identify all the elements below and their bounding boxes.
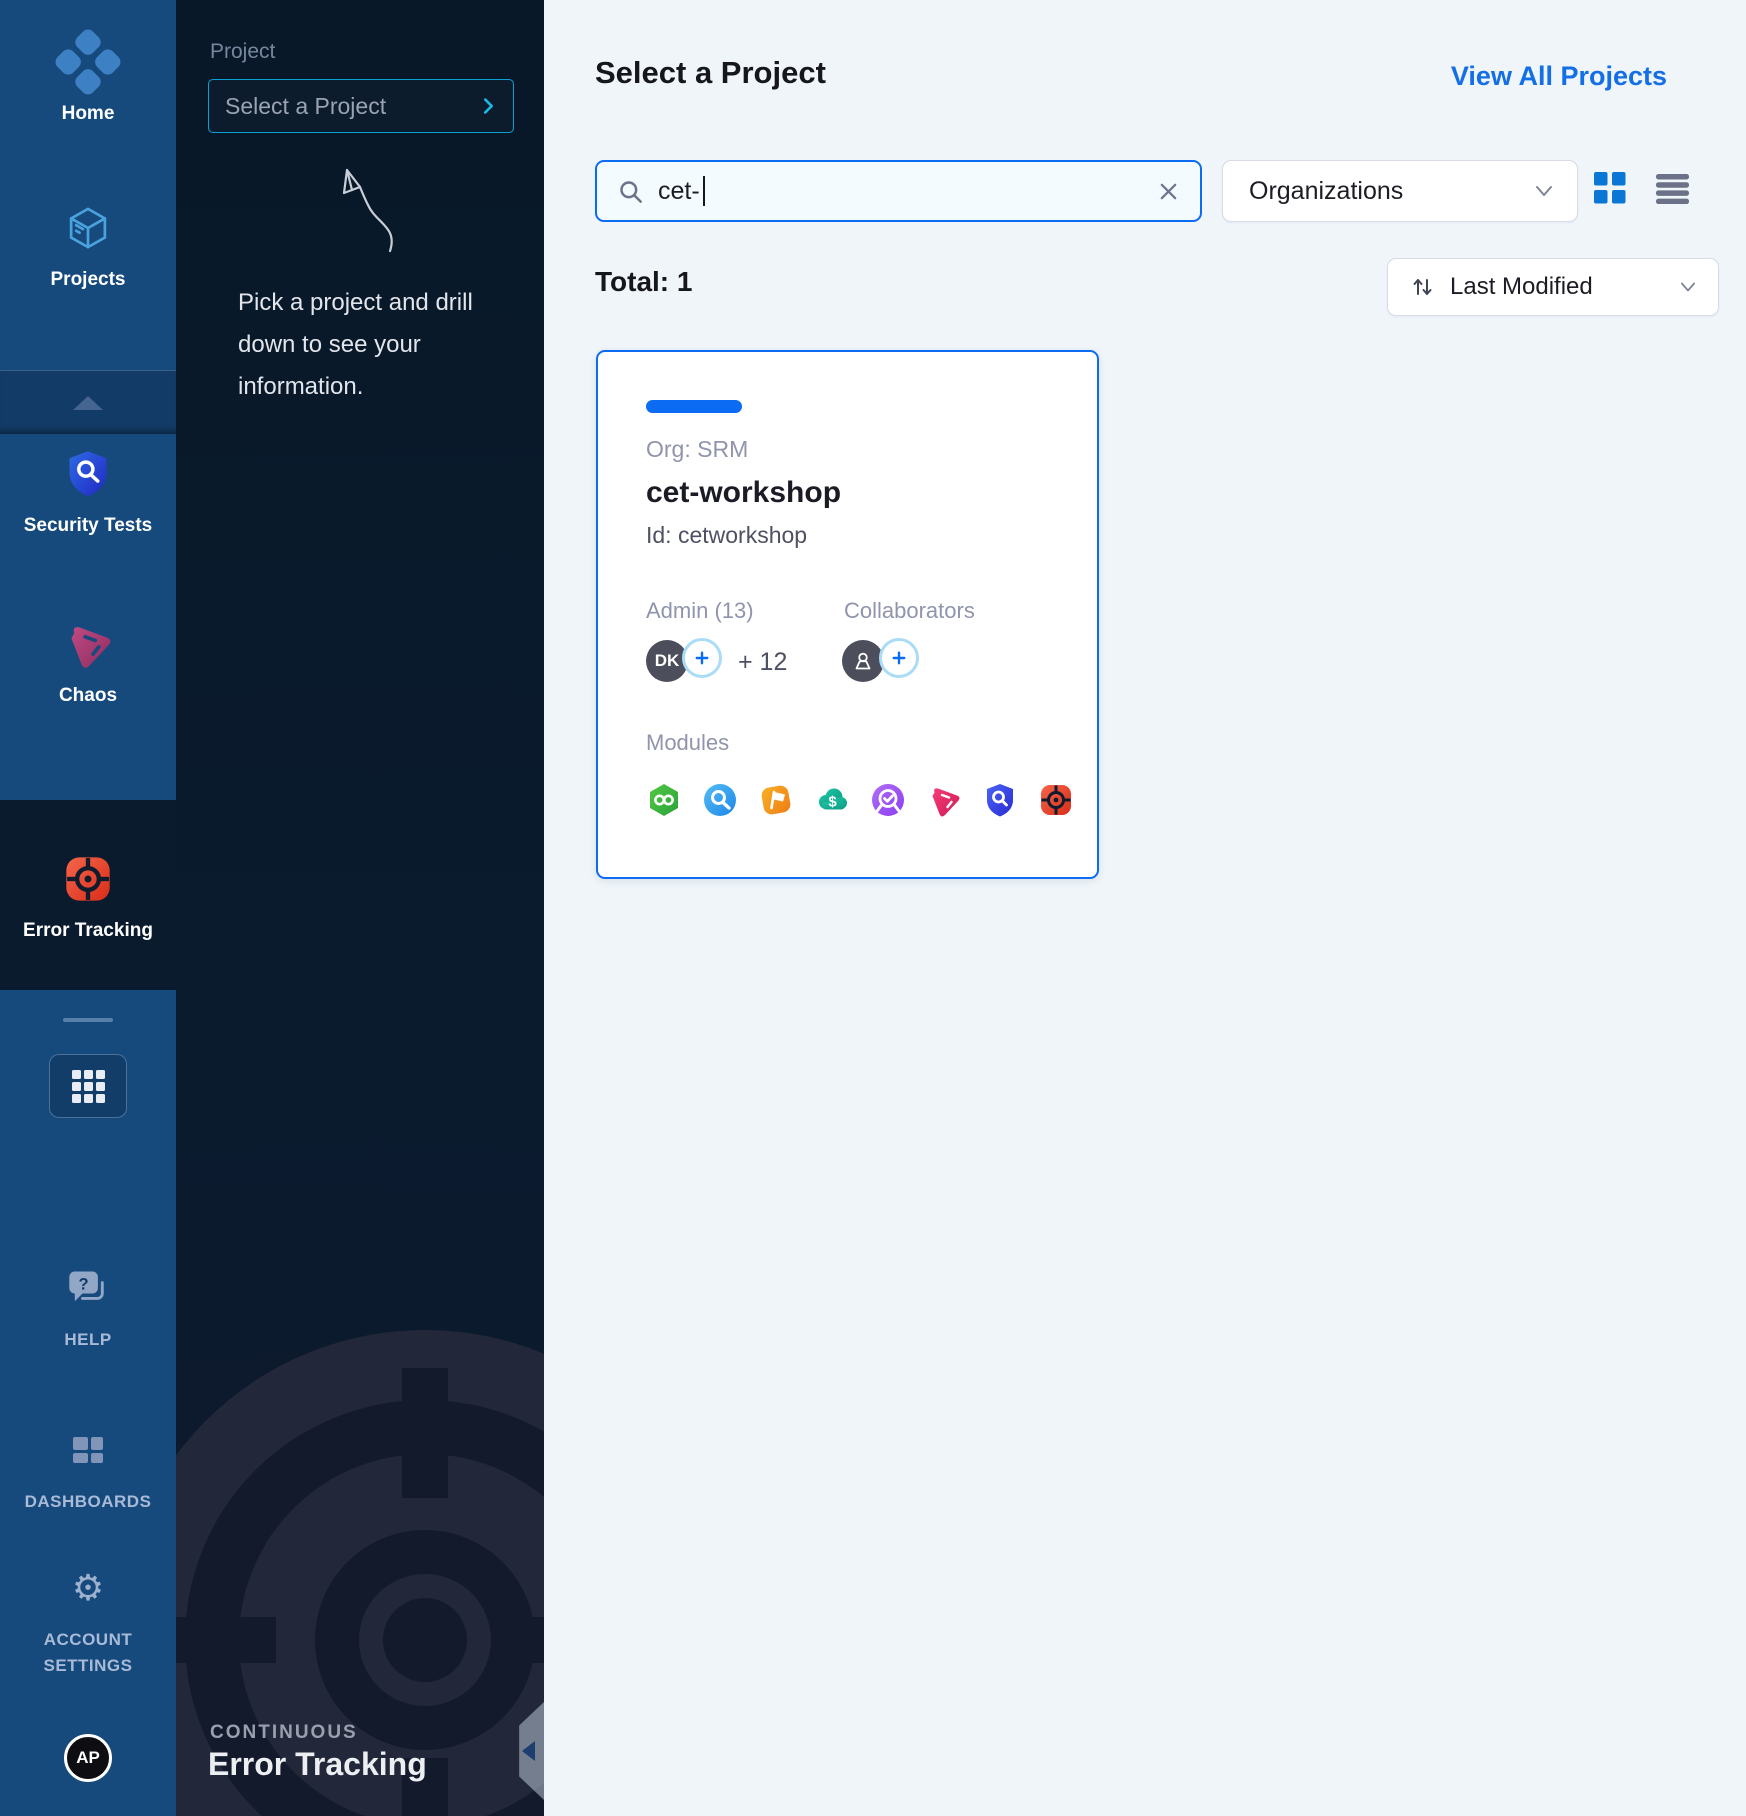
project-section-label: Project (210, 40, 275, 64)
sidebar-item-label: Projects (51, 268, 126, 292)
project-color-bar (646, 400, 742, 413)
sidebar-item-label: Error Tracking (23, 919, 153, 943)
primary-sidebar: Home Projects Security Tes (0, 0, 176, 1816)
chevron-right-icon (477, 95, 499, 117)
help-chat-icon: ? (66, 1256, 110, 1320)
grid-3x3-icon (72, 1070, 105, 1103)
module-icons-row: $ (646, 782, 1074, 818)
sidebar-item-error-tracking[interactable]: Error Tracking (0, 800, 176, 990)
sidebar-item-home[interactable]: Home (0, 30, 176, 126)
sort-value: Last Modified (1450, 273, 1593, 301)
ci-module-icon (646, 782, 682, 818)
project-id: Id: cetworkshop (646, 522, 807, 549)
chevron-left-icon (522, 1741, 535, 1761)
target-watermark-dot (383, 1598, 467, 1682)
project-selector-value: Select a Project (225, 93, 386, 120)
sidebar-item-help[interactable]: ? HELP (0, 1256, 176, 1352)
sidebar-item-dashboards[interactable]: DASHBOARDS (0, 1418, 176, 1514)
project-selector-dropdown[interactable]: Select a Project (208, 79, 514, 133)
collaborators-label: Collaborators (844, 598, 975, 624)
target-watermark-bar (402, 1368, 448, 1498)
search-value: cet- (658, 177, 700, 206)
modules-label: Modules (646, 730, 729, 756)
sidebar-divider (63, 1018, 113, 1022)
grid-view-toggle[interactable] (1594, 172, 1626, 209)
target-watermark-bar (176, 1617, 276, 1663)
shield-search-icon (62, 442, 114, 506)
person-icon (851, 649, 875, 673)
sidebar-item-label: SETTINGS (43, 1654, 132, 1678)
plus-icon (890, 649, 908, 667)
module-title: Error Tracking (208, 1746, 427, 1783)
plus-icon (693, 649, 711, 667)
chaos-module-icon (926, 782, 962, 818)
search-icon (617, 178, 644, 205)
sidebar-item-label: Chaos (59, 684, 117, 708)
sidebar-item-label: Home (62, 102, 115, 126)
chevron-down-icon (1678, 280, 1698, 294)
user-avatar[interactable]: AP (64, 1734, 112, 1782)
feature-flags-module-icon (758, 782, 794, 818)
avatar-initials: AP (76, 1748, 100, 1768)
list-view-toggle[interactable] (1656, 174, 1690, 209)
clear-search-icon[interactable] (1157, 180, 1180, 203)
chevron-up-icon (73, 396, 103, 410)
sidebar-item-account-settings[interactable]: ⚙ ACCOUNT SETTINGS (0, 1556, 176, 1678)
grid-view-icon (1594, 172, 1626, 204)
empty-state-hint: Pick a project and drill down to see you… (238, 282, 486, 408)
project-selector-panel: Project Select a Project Pick a project … (176, 0, 544, 1816)
cv-module-icon (870, 782, 906, 818)
collaborator-avatar (842, 640, 884, 682)
admin-overflow-count: + 12 (738, 648, 787, 677)
scope-filter-value: Organizations (1249, 177, 1403, 206)
sto-module-icon (982, 782, 1018, 818)
project-search-input[interactable]: cet- (595, 160, 1202, 222)
sidebar-item-projects[interactable]: Projects (0, 196, 176, 292)
hand-drawn-arrow-illustration (326, 165, 398, 260)
sidebar-item-label: Security Tests (24, 514, 152, 538)
list-view-icon (1656, 174, 1690, 204)
main-content: Select a Project View All Projects cet- … (544, 0, 1746, 1816)
chaos-triangle-icon (62, 612, 114, 676)
chevron-down-icon (1533, 183, 1555, 199)
sidebar-item-label: ACCOUNT (44, 1628, 133, 1652)
sidebar-collapse-section[interactable] (0, 370, 176, 434)
svg-text:$: $ (828, 794, 837, 811)
error-tracking-module-icon (1038, 782, 1074, 818)
gear-icon: ⚙ (72, 1556, 104, 1620)
error-tracking-target-icon (62, 847, 114, 911)
cube-icon (61, 196, 115, 260)
project-card[interactable]: Org: SRM cet-workshop Id: cetworkshop Ad… (596, 350, 1099, 879)
total-count: Total: 1 (595, 266, 692, 298)
page-title: Select a Project (595, 55, 826, 91)
harness-home-icon (63, 30, 113, 94)
add-collaborator-button[interactable] (879, 638, 919, 678)
module-kicker: CONTINUOUS (210, 1722, 358, 1744)
view-all-projects-link[interactable]: View All Projects (1451, 61, 1667, 92)
project-org: Org: SRM (646, 436, 748, 463)
target-watermark-bar (515, 1617, 544, 1663)
svg-text:?: ? (79, 1276, 89, 1294)
project-name: cet-workshop (646, 476, 841, 510)
dashboards-icon (73, 1418, 103, 1482)
sidebar-item-security-tests[interactable]: Security Tests (0, 442, 176, 538)
sidebar-item-label: DASHBOARDS (25, 1490, 152, 1514)
add-admin-button[interactable] (682, 638, 722, 678)
sidebar-item-label: HELP (64, 1328, 111, 1352)
module-picker-button[interactable] (49, 1054, 127, 1118)
text-cursor (703, 176, 705, 206)
sort-arrows-icon (1410, 274, 1436, 300)
scope-filter-dropdown[interactable]: Organizations (1222, 160, 1578, 222)
cloud-costs-module-icon: $ (814, 782, 850, 818)
sort-dropdown[interactable]: Last Modified (1387, 258, 1719, 316)
sidebar-item-chaos[interactable]: Chaos (0, 612, 176, 708)
srm-module-icon (702, 782, 738, 818)
admin-label: Admin (13) (646, 598, 754, 624)
